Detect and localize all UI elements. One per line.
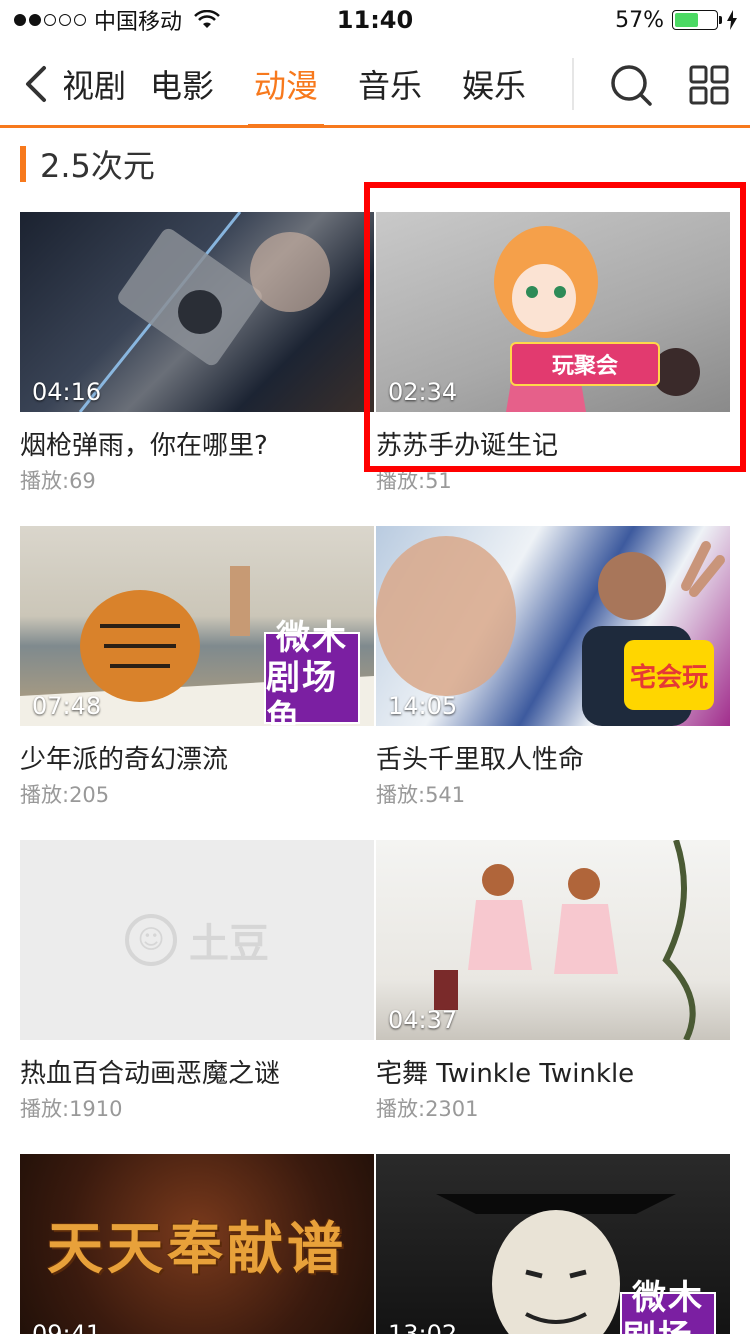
video-duration: 04:16 <box>32 378 102 406</box>
video-card[interactable]: 天天奉献谱 09:41 <box>20 1154 374 1334</box>
video-thumbnail[interactable]: 宅会玩 14:05 <box>376 526 730 726</box>
thumbnail-banner-text: 天天奉献谱 <box>47 1217 347 1282</box>
show-logo-tag: 玩聚会 <box>510 342 660 386</box>
video-thumbnail[interactable]: 微木 剧场鱼 13:02 <box>376 1154 730 1334</box>
video-title[interactable]: 热血百合动画恶魔之谜 <box>20 1056 374 1092</box>
badge-line-1: 微木 <box>276 618 348 658</box>
back-button[interactable] <box>14 58 58 110</box>
channel-tabs: 电视剧 电影 动漫 音乐 娱乐 <box>64 40 572 128</box>
video-duration: 02:34 <box>388 378 458 406</box>
battery-percent: 57% <box>615 7 664 33</box>
chevron-left-icon <box>26 66 46 102</box>
tab-movies[interactable]: 电影 <box>130 40 234 128</box>
tabs-divider <box>572 58 574 110</box>
video-play-count: 播放:51 <box>376 469 452 493</box>
placeholder-logo-text: 土豆 <box>189 921 269 967</box>
badge-line-2: 剧场鱼 <box>622 1318 714 1334</box>
video-thumbnail[interactable]: 微木 剧场鱼 07:48 <box>20 526 374 726</box>
video-duration: 07:48 <box>32 692 102 720</box>
video-card[interactable]: 04:37 宅舞 Twinkle Twinkle 播放:2301 <box>376 840 730 1124</box>
badge-line-2: 剧场鱼 <box>266 658 338 726</box>
video-duration: 14:05 <box>388 692 458 720</box>
video-title[interactable]: 宅舞 Twinkle Twinkle <box>376 1056 730 1092</box>
section-title: 2.5次元 <box>40 147 155 185</box>
search-button[interactable] <box>606 60 656 110</box>
video-thumbnail[interactable]: 04:37 <box>376 840 730 1040</box>
video-play-count: 播放:205 <box>20 783 110 807</box>
video-thumbnail-placeholder[interactable]: ☺ 土豆 <box>20 840 374 1040</box>
grid-icon <box>689 65 729 105</box>
tab-anime[interactable]: 动漫 <box>234 40 338 128</box>
video-card[interactable]: 玩聚会 02:34 苏苏手办诞生记 播放:51 <box>376 212 730 496</box>
video-duration: 13:02 <box>388 1320 458 1334</box>
video-card[interactable]: 宅会玩 14:05 舌头千里取人性命 播放:541 <box>376 526 730 810</box>
battery-icon <box>672 10 722 30</box>
smile-icon: ☺ <box>125 914 177 966</box>
video-card[interactable]: 微木 剧场鱼 13:02 <box>376 1154 730 1334</box>
video-play-count: 播放:69 <box>20 469 96 493</box>
video-duration: 04:37 <box>388 1006 458 1034</box>
video-card[interactable]: 微木 剧场鱼 07:48 少年派的奇幻漂流 播放:205 <box>20 526 374 810</box>
battery-fill <box>675 13 698 27</box>
tab-music[interactable]: 音乐 <box>338 40 442 128</box>
video-title[interactable]: 少年派的奇幻漂流 <box>20 742 374 778</box>
channel-nav-bar: 电视剧 电影 动漫 音乐 娱乐 <box>0 40 750 128</box>
section-header: 2.5次元 <box>20 144 155 185</box>
video-play-count: 播放:1910 <box>20 1097 123 1121</box>
tab-entertainment[interactable]: 娱乐 <box>442 40 546 128</box>
video-card[interactable]: 04:16 烟枪弹雨，你在哪里? 播放:69 <box>20 212 374 496</box>
video-thumbnail[interactable]: 天天奉献谱 09:41 <box>20 1154 374 1334</box>
tudou-logo: ☺ 土豆 <box>20 840 374 1040</box>
status-bar: 中国移动 11:40 57% <box>0 0 750 40</box>
video-card[interactable]: ☺ 土豆 热血百合动画恶魔之谜 播放:1910 <box>20 840 374 1124</box>
status-right: 57% <box>615 6 738 34</box>
badge-line-1: 微木 <box>632 1278 704 1318</box>
channel-tabs-track: 电视剧 电影 动漫 音乐 娱乐 <box>64 40 546 128</box>
video-title[interactable]: 苏苏手办诞生记 <box>376 428 730 464</box>
tab-tv-series[interactable]: 电视剧 <box>64 40 130 128</box>
search-icon <box>611 65 652 106</box>
channel-badge: 微木 剧场鱼 <box>620 1278 716 1334</box>
section-accent-bar <box>20 146 26 182</box>
channel-badge: 微木 剧场鱼 <box>264 618 360 726</box>
video-title[interactable]: 烟枪弹雨，你在哪里? <box>20 428 374 464</box>
video-duration: 09:41 <box>32 1320 102 1334</box>
video-play-count: 播放:541 <box>376 783 466 807</box>
video-thumbnail[interactable]: 玩聚会 02:34 <box>376 212 730 412</box>
charging-bolt-icon <box>727 10 737 30</box>
video-title[interactable]: 舌头千里取人性命 <box>376 742 730 778</box>
show-logo-tag: 宅会玩 <box>624 640 714 710</box>
channel-grid-button[interactable] <box>686 62 732 108</box>
video-play-count: 播放:2301 <box>376 1097 479 1121</box>
video-thumbnail[interactable]: 04:16 <box>20 212 374 412</box>
